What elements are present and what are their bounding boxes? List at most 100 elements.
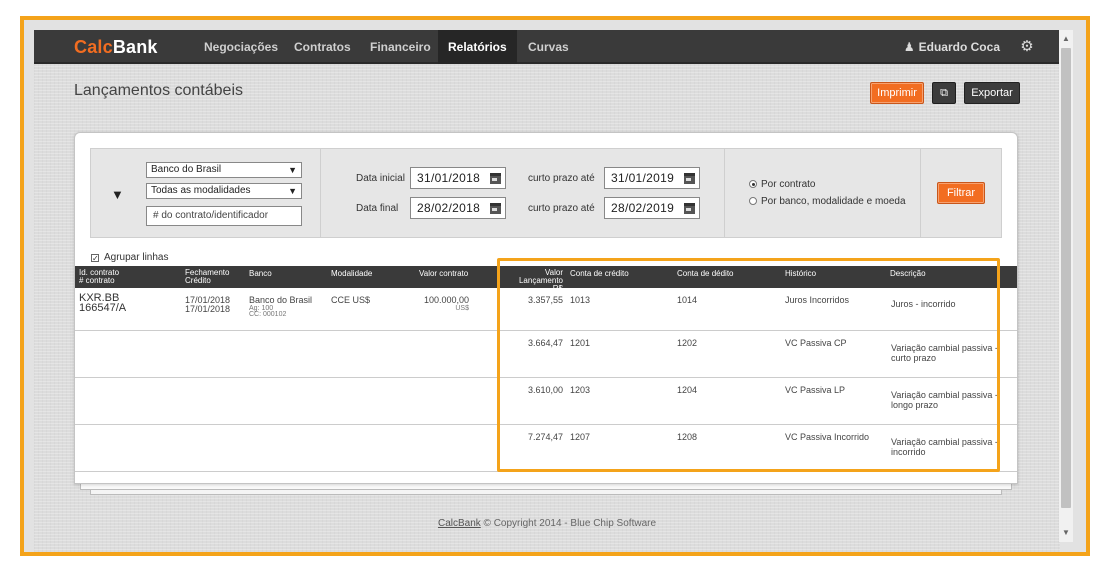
scroll-down-icon[interactable]: ▼	[1059, 526, 1073, 540]
contract-currency: US$	[455, 305, 469, 312]
scroll-up-icon[interactable]: ▲	[1059, 32, 1073, 46]
radio-icon	[749, 197, 757, 205]
user-menu[interactable]: ♟ Eduardo Coca	[904, 30, 1000, 64]
app-window: CalcBank Negociações Contratos Financeir…	[34, 30, 1060, 552]
col-closing-line2: Crédito	[185, 276, 211, 285]
start-date-label: Data inicial	[356, 173, 405, 184]
chevron-down-icon: ▼	[288, 186, 297, 196]
filter-button[interactable]: Filtrar	[937, 182, 985, 204]
report-card: ▼ Banco do Brasil ▼ Todas as modalidades ▼…	[74, 132, 1018, 484]
calcbank-logo[interactable]: CalcBank	[74, 37, 158, 58]
radio-by-bank[interactable]: Por banco, modalidade e moeda	[749, 196, 906, 207]
col-closing[interactable]: Fechamento Crédito	[185, 269, 229, 285]
col-id[interactable]: Id. contrato # contrato	[79, 269, 119, 285]
copy-icon: ⧉	[940, 87, 948, 99]
group-rows-checkbox[interactable]: ✓ Agrupar linhas	[91, 252, 168, 263]
bank-select-value: Banco do Brasil	[151, 164, 222, 175]
table-header: Id. contrato # contrato Fechamento Crédito…	[75, 266, 1017, 293]
col-modality[interactable]: Modalidade	[331, 270, 372, 278]
nav-curvas[interactable]: Curvas	[518, 30, 579, 64]
row-divider	[75, 471, 1017, 472]
history: VC Passiva CP	[785, 338, 847, 348]
history: Juros Incorridos	[785, 295, 850, 305]
modality-value: CCE US$	[331, 295, 371, 305]
chevron-down-icon: ▼	[288, 165, 297, 175]
start-date-value: 31/01/2018	[417, 171, 481, 185]
scrollbar[interactable]: ▲ ▼	[1059, 30, 1073, 542]
end-date-value: 28/02/2018	[417, 201, 481, 215]
contract-search-input[interactable]: # do contrato/identificador	[146, 206, 302, 226]
bank-select[interactable]: Banco do Brasil ▼	[146, 162, 302, 178]
checkmark-icon: ✓	[91, 254, 99, 263]
description-line1: Variação cambial passiva -	[891, 437, 998, 447]
modality-select-value: Todas as modalidades	[151, 185, 251, 196]
modality-select[interactable]: Todas as modalidades ▼	[146, 183, 302, 199]
gear-icon[interactable]: ⚙	[1018, 38, 1036, 56]
print-button[interactable]: Imprimir	[870, 82, 924, 104]
entry-value: 7.274,47	[527, 432, 563, 442]
nav-negociacoes[interactable]: Negociações	[194, 30, 288, 64]
calendar-icon[interactable]	[490, 203, 501, 214]
short-term-label-1: curto prazo até	[528, 173, 595, 184]
start-date-input[interactable]: 31/01/2018	[410, 167, 506, 189]
col-debit-account[interactable]: Conta de dédito	[677, 270, 734, 278]
radio-selected-icon	[749, 180, 757, 188]
credit-date: 17/01/2018	[185, 304, 231, 314]
divider	[724, 149, 725, 237]
credit-account: 1201	[570, 338, 591, 348]
description-line2: incorrido	[891, 447, 926, 457]
col-history[interactable]: Histórico	[785, 270, 816, 278]
footer-brand-link[interactable]: CalcBank	[438, 518, 481, 529]
short-term-input-1[interactable]: 31/01/2019	[604, 167, 700, 189]
description-line2: curto prazo	[891, 353, 937, 363]
entry-value: 3.357,55	[527, 295, 563, 305]
contract-number: 166547/A	[79, 302, 127, 314]
export-button[interactable]: Exportar	[964, 82, 1020, 104]
footer-copyright: © Copyright 2014 - Blue Chip Software	[480, 518, 657, 529]
user-icon: ♟	[903, 40, 915, 54]
calendar-icon[interactable]	[684, 203, 695, 214]
calendar-icon[interactable]	[490, 173, 501, 184]
screenshot-frame: CalcBank Negociações Contratos Financeir…	[20, 16, 1090, 556]
col-description[interactable]: Descrição	[890, 270, 926, 278]
col-id-line2: # contrato	[79, 276, 115, 285]
col-credit-account[interactable]: Conta de crédito	[570, 270, 629, 278]
col-entry-value-line2: Lançamento R$	[518, 276, 563, 293]
end-date-input[interactable]: 28/02/2018	[410, 197, 506, 219]
divider	[320, 149, 321, 237]
bank-account: CC: 000102	[249, 311, 287, 318]
short-term-input-2[interactable]: 28/02/2019	[604, 197, 700, 219]
col-bank[interactable]: Banco	[249, 270, 272, 278]
divider	[920, 149, 921, 237]
radio-by-bank-label: Por banco, modalidade e moeda	[761, 196, 906, 207]
funnel-icon: ▼	[111, 187, 124, 202]
logo-suffix: Bank	[112, 37, 158, 57]
contract-value: 100.000,00	[423, 295, 469, 305]
entry-value: 3.664,47	[527, 338, 563, 348]
paper-stack-middle	[80, 484, 1012, 490]
description-line1: Variação cambial passiva -	[891, 343, 998, 353]
calendar-icon[interactable]	[684, 173, 695, 184]
row-divider	[75, 330, 1017, 331]
debit-account: 1014	[677, 295, 698, 305]
credit-account: 1203	[570, 385, 591, 395]
nav-contratos[interactable]: Contratos	[284, 30, 361, 64]
credit-account: 1013	[570, 295, 591, 305]
radio-by-contract[interactable]: Por contrato	[749, 179, 815, 190]
short-term-value-1: 31/01/2019	[611, 171, 675, 185]
credit-account: 1207	[570, 432, 591, 442]
end-date-label: Data final	[356, 203, 399, 214]
col-entry-value[interactable]: Valor Lançamento R$	[509, 269, 563, 293]
page-title: Lançamentos contábeis	[74, 82, 243, 99]
scroll-thumb[interactable]	[1061, 48, 1071, 508]
debit-account: 1202	[677, 338, 698, 348]
history: VC Passiva Incorrido	[785, 432, 870, 442]
history: VC Passiva LP	[785, 385, 846, 395]
description-line2: longo prazo	[891, 400, 939, 410]
copy-button[interactable]: ⧉	[932, 82, 956, 104]
bank-name: Banco do Brasil	[249, 295, 313, 305]
col-contract-value[interactable]: Valor contrato	[419, 270, 468, 278]
short-term-value-2: 28/02/2019	[611, 201, 675, 215]
nav-relatorios[interactable]: Relatórios	[438, 30, 517, 64]
nav-financeiro[interactable]: Financeiro	[360, 30, 441, 64]
